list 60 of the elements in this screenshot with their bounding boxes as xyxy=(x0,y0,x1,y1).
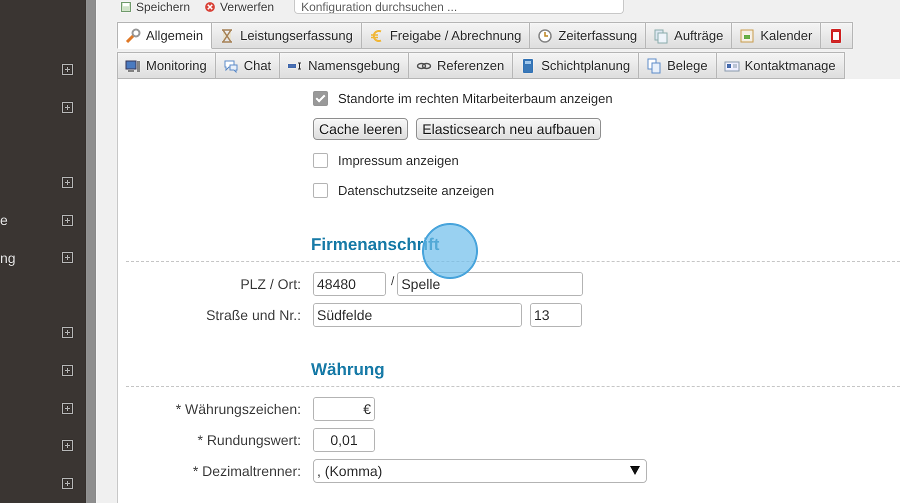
toolbar-button[interactable]: Speichern xyxy=(120,0,190,14)
checkbox[interactable] xyxy=(313,90,328,106)
tab[interactable]: Belege xyxy=(639,52,717,79)
field-label: Straße und Nr.: xyxy=(205,306,302,322)
tab[interactable]: Aufträge xyxy=(646,22,732,49)
save-icon xyxy=(120,1,132,13)
tab[interactable]: Referenzen xyxy=(408,52,514,79)
sidebar-item-label[interactable]: ng xyxy=(0,250,16,266)
tab[interactable]: Leistungserfassung xyxy=(212,22,362,49)
calendar-icon xyxy=(739,28,756,44)
toolbar-button[interactable]: Verwerfen xyxy=(204,0,274,14)
expand-icon[interactable] xyxy=(62,214,73,226)
separator-text: / xyxy=(391,274,394,288)
copies-icon xyxy=(646,58,662,74)
expand-icon[interactable] xyxy=(62,252,73,264)
checkbox-label: Standorte im rechten Mitarbeiterbaum anzeigen xyxy=(338,90,613,106)
checkbox[interactable] xyxy=(313,152,328,168)
field-label: * Rundungswert: xyxy=(196,432,302,448)
field-label: PLZ / Ort: xyxy=(239,276,302,292)
expand-icon[interactable] xyxy=(62,102,73,113)
text-field[interactable]: € xyxy=(313,396,375,420)
text-field[interactable]: 0,01 xyxy=(313,428,375,452)
chat-icon xyxy=(222,58,239,74)
expand-icon[interactable] xyxy=(62,177,73,188)
checkbox[interactable] xyxy=(313,182,328,198)
field-label: * Dezimaltrenner: xyxy=(192,462,302,478)
text-field[interactable]: Südfelde xyxy=(313,302,522,326)
dropdown[interactable]: , (Komma) xyxy=(313,458,647,482)
expand-icon[interactable] xyxy=(62,478,73,489)
tab[interactable] xyxy=(821,22,854,49)
dropdown-arrow-icon xyxy=(630,466,640,475)
tab[interactable]: Kontaktmanage xyxy=(716,52,845,79)
expand-icon[interactable] xyxy=(62,402,73,414)
text-field[interactable]: Spelle xyxy=(397,272,584,296)
tab[interactable]: Schichtplanung xyxy=(513,52,640,79)
discard-icon xyxy=(204,1,216,13)
search-field[interactable]: Konfiguration durchsuchen ... xyxy=(294,0,624,14)
tab[interactable]: Allgemein xyxy=(117,22,212,49)
expand-icon[interactable] xyxy=(62,365,73,376)
checkbox-label: Impressum anzeigen xyxy=(338,152,459,168)
action-button[interactable]: Elasticsearch neu aufbauen xyxy=(416,118,602,140)
expand-icon[interactable] xyxy=(62,440,73,452)
clock-icon xyxy=(537,28,554,44)
tab[interactable]: Freigabe / Abrechnung xyxy=(362,22,530,49)
tab[interactable]: Chat xyxy=(216,52,280,79)
sidebar-item-label[interactable]: e xyxy=(0,212,8,228)
text-field[interactable]: 48480 xyxy=(313,272,386,296)
field-label: * Währungszeichen: xyxy=(174,400,302,416)
expand-icon[interactable] xyxy=(62,64,73,76)
monitor-icon xyxy=(125,58,141,74)
text-field[interactable]: 13 xyxy=(530,302,582,326)
action-button[interactable]: Cache leeren xyxy=(313,118,408,140)
tab[interactable]: Namensgebung xyxy=(280,52,409,79)
tab[interactable]: Zeiterfassung xyxy=(530,22,646,49)
checkbox-label: Datenschutzseite anzeigen xyxy=(338,182,494,198)
section-heading: Währung xyxy=(311,360,385,380)
documents-icon xyxy=(653,28,670,44)
tab[interactable]: Monitoring xyxy=(117,52,216,79)
tab[interactable]: Kalender xyxy=(732,22,822,49)
expand-icon[interactable] xyxy=(62,327,73,338)
